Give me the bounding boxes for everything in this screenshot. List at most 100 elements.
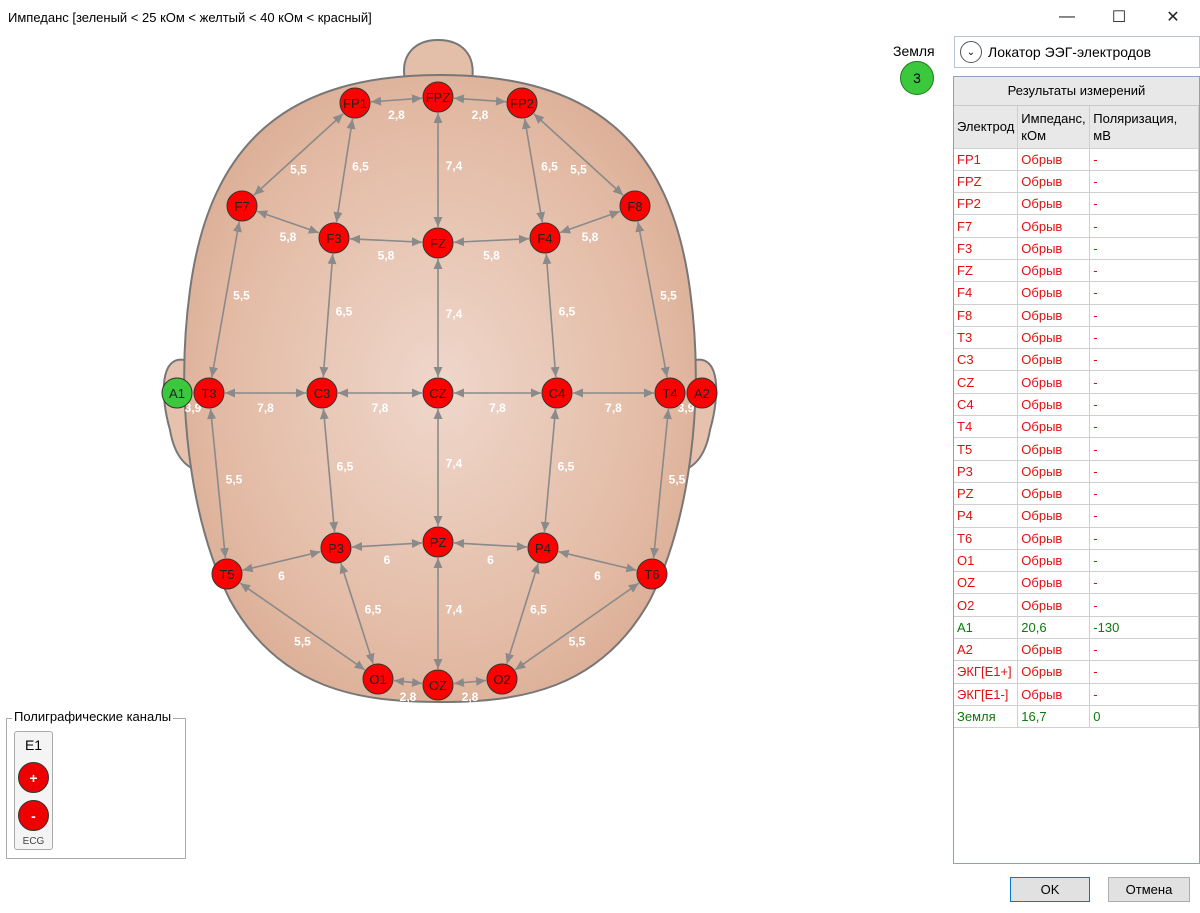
cell-impedance: Обрыв xyxy=(1017,415,1091,439)
electrode-label: T3 xyxy=(201,386,216,401)
electrode-a1[interactable]: A1 xyxy=(161,377,193,409)
ecg-minus-electrode[interactable]: - xyxy=(18,800,49,831)
electrode-fp1[interactable]: FP1 xyxy=(339,87,371,119)
maximize-icon[interactable]: ☐ xyxy=(1096,2,1142,32)
ok-button[interactable]: OK xyxy=(1010,877,1090,902)
table-row[interactable]: A2 Обрыв - xyxy=(954,638,1199,662)
column-header-polarization[interactable]: Поляризация, мВ xyxy=(1089,106,1199,149)
cell-impedance: Обрыв xyxy=(1017,660,1091,684)
cell-electrode: F4 xyxy=(954,281,1019,305)
table-row[interactable]: Земля 16,7 0 xyxy=(954,705,1199,729)
table-row[interactable]: O2 Обрыв - xyxy=(954,593,1199,617)
electrode-f8[interactable]: F8 xyxy=(619,190,651,222)
electrode-t6[interactable]: T6 xyxy=(636,558,668,590)
cell-impedance: Обрыв xyxy=(1017,281,1091,305)
column-header-impedance[interactable]: Импеданс, кОм xyxy=(1017,106,1091,149)
cell-polarization: - xyxy=(1089,549,1199,573)
electrode-label: F4 xyxy=(537,231,552,246)
electrode-f4[interactable]: F4 xyxy=(529,222,561,254)
electrode-cz[interactable]: CZ xyxy=(422,377,454,409)
table-row[interactable]: FZ Обрыв - xyxy=(954,259,1199,283)
table-row[interactable]: O1 Обрыв - xyxy=(954,549,1199,573)
cell-electrode: C3 xyxy=(954,348,1019,372)
distance-label: 6,5 xyxy=(541,160,558,174)
table-row[interactable]: F7 Обрыв - xyxy=(954,214,1199,238)
cell-polarization: - xyxy=(1089,504,1199,528)
table-row[interactable]: F8 Обрыв - xyxy=(954,304,1199,327)
electrode-oz[interactable]: OZ xyxy=(422,669,454,701)
cell-impedance: Обрыв xyxy=(1017,348,1091,372)
table-row[interactable]: F3 Обрыв - xyxy=(954,237,1199,260)
cell-electrode: FPZ xyxy=(954,170,1019,194)
electrode-c4[interactable]: C4 xyxy=(541,377,573,409)
cell-electrode: T4 xyxy=(954,415,1019,439)
distance-label: 5,5 xyxy=(226,473,243,487)
table-row[interactable]: OZ Обрыв - xyxy=(954,571,1199,595)
cell-polarization: - xyxy=(1089,192,1199,216)
table-row[interactable]: FP1 Обрыв - xyxy=(954,148,1199,171)
electrode-t4[interactable]: T4 xyxy=(654,377,686,409)
table-row[interactable]: A1 20,6 -130 xyxy=(954,616,1199,640)
electrode-fpz[interactable]: FPZ xyxy=(422,81,454,113)
table-row[interactable]: F4 Обрыв - xyxy=(954,281,1199,305)
distance-label: 2,8 xyxy=(462,690,479,704)
electrode-o1[interactable]: O1 xyxy=(362,663,394,695)
cell-impedance: Обрыв xyxy=(1017,593,1091,617)
table-row[interactable]: C4 Обрыв - xyxy=(954,393,1199,417)
ground-electrode[interactable]: 3 xyxy=(900,61,934,95)
table-row[interactable]: T6 Обрыв - xyxy=(954,527,1199,550)
cell-impedance: Обрыв xyxy=(1017,482,1091,506)
table-row[interactable]: T5 Обрыв - xyxy=(954,437,1199,461)
cell-impedance: Обрыв xyxy=(1017,237,1091,260)
electrode-f3[interactable]: F3 xyxy=(318,222,350,254)
table-row[interactable]: C3 Обрыв - xyxy=(954,348,1199,372)
cell-electrode: ЭКГ[E1+] xyxy=(954,660,1019,684)
table-row[interactable]: PZ Обрыв - xyxy=(954,482,1199,506)
electrode-f7[interactable]: F7 xyxy=(226,190,258,222)
cell-polarization: - xyxy=(1089,348,1199,372)
electrode-a2[interactable]: A2 xyxy=(686,377,718,409)
distance-label: 5,8 xyxy=(280,230,297,244)
table-row[interactable]: T4 Обрыв - xyxy=(954,415,1199,439)
cell-electrode: O2 xyxy=(954,593,1019,617)
distance-label: 7,4 xyxy=(446,457,463,471)
cell-impedance: Обрыв xyxy=(1017,370,1091,394)
cell-electrode: T6 xyxy=(954,527,1019,550)
table-row[interactable]: T3 Обрыв - xyxy=(954,326,1199,350)
electrode-locator-expander[interactable]: ⌄ Локатор ЭЭГ-электродов xyxy=(954,36,1200,68)
table-row[interactable]: FPZ Обрыв - xyxy=(954,170,1199,194)
electrode-o2[interactable]: O2 xyxy=(486,663,518,695)
minimize-icon[interactable]: — xyxy=(1044,2,1090,32)
electrode-label: C3 xyxy=(314,386,331,401)
electrode-fp2[interactable]: FP2 xyxy=(506,87,538,119)
channel-type: ECG xyxy=(22,836,45,847)
table-row[interactable]: CZ Обрыв - xyxy=(954,370,1199,394)
table-row[interactable]: FP2 Обрыв - xyxy=(954,192,1199,216)
electrode-p4[interactable]: P4 xyxy=(527,532,559,564)
distance-label: 5,5 xyxy=(233,289,250,303)
table-row[interactable]: P4 Обрыв - xyxy=(954,504,1199,528)
cell-polarization: - xyxy=(1089,660,1199,684)
electrode-c3[interactable]: C3 xyxy=(306,377,338,409)
column-header-electrode[interactable]: Электрод xyxy=(954,106,1019,149)
cell-electrode: FP1 xyxy=(954,148,1019,171)
cell-impedance: 16,7 xyxy=(1017,705,1091,729)
electrode-t5[interactable]: T5 xyxy=(211,558,243,590)
electrode-t3[interactable]: T3 xyxy=(193,377,225,409)
cancel-button[interactable]: Отмена xyxy=(1108,877,1190,902)
electrode-pz[interactable]: PZ xyxy=(422,526,454,558)
electrode-label: O1 xyxy=(369,672,386,687)
electrode-label: P3 xyxy=(328,541,344,556)
electrode-p3[interactable]: P3 xyxy=(320,532,352,564)
cell-electrode: FP2 xyxy=(954,192,1019,216)
table-row[interactable]: P3 Обрыв - xyxy=(954,460,1199,483)
table-row[interactable]: ЭКГ[E1+] Обрыв - xyxy=(954,660,1199,684)
close-icon[interactable]: ✕ xyxy=(1150,2,1196,32)
cell-electrode: OZ xyxy=(954,571,1019,595)
table-row[interactable]: ЭКГ[E1-] Обрыв - xyxy=(954,683,1199,706)
ecg-plus-electrode[interactable]: + xyxy=(18,762,49,793)
distance-label: 6,5 xyxy=(558,460,575,474)
electrode-fz[interactable]: FZ xyxy=(422,227,454,259)
chevron-down-icon[interactable]: ⌄ xyxy=(960,41,982,63)
cell-impedance: Обрыв xyxy=(1017,437,1091,461)
